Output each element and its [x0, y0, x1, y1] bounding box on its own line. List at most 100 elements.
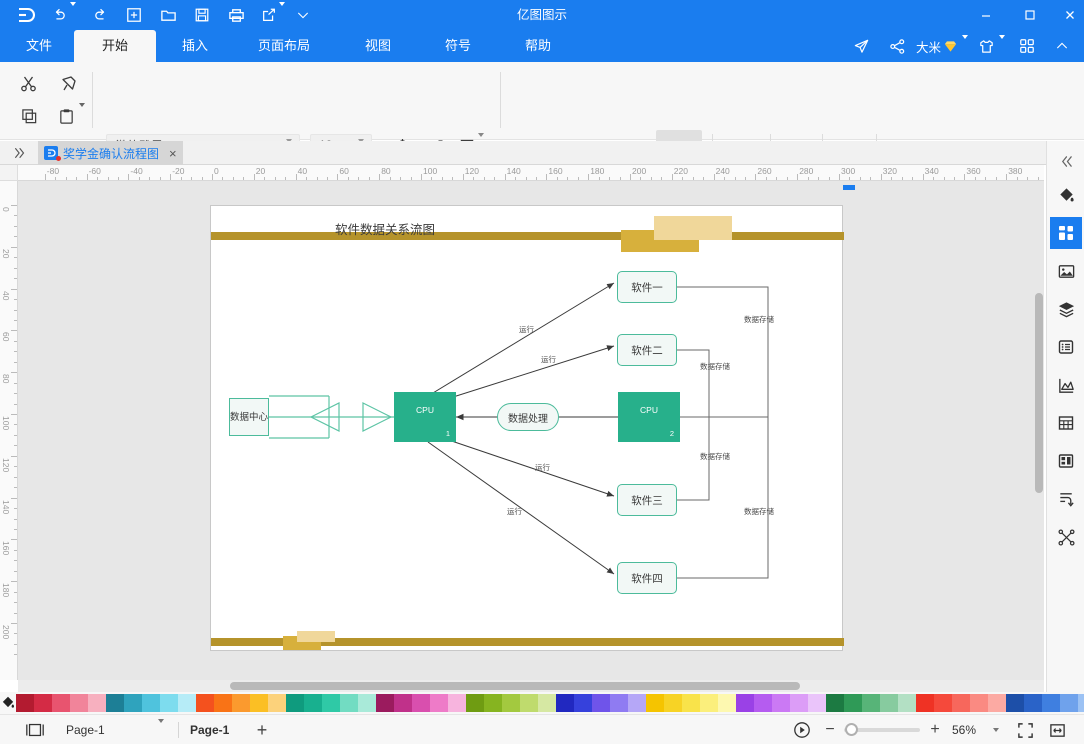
color-swatch[interactable] [880, 694, 898, 712]
play-icon[interactable] [790, 715, 814, 744]
color-swatch[interactable] [376, 694, 394, 712]
image-panel-icon[interactable] [1050, 255, 1082, 287]
page-tab-page-1[interactable]: Page-1 [190, 715, 229, 744]
edge-label-run-2[interactable]: 运行 [541, 354, 556, 365]
color-swatch[interactable] [430, 694, 448, 712]
fill-bucket-icon[interactable] [0, 692, 16, 714]
template-panel-icon[interactable] [1050, 445, 1082, 477]
color-swatch[interactable] [286, 694, 304, 712]
color-swatch[interactable] [538, 694, 556, 712]
mindmap-panel-icon[interactable] [1050, 521, 1082, 553]
menu-tab-home[interactable]: 开始 [74, 30, 156, 62]
table-panel-icon[interactable] [1050, 407, 1082, 439]
color-swatch[interactable] [232, 694, 250, 712]
color-swatch[interactable] [1024, 694, 1042, 712]
color-swatch[interactable] [646, 694, 664, 712]
page-sheet[interactable]: 软件数据关系流图 数据中心 CPU 1 数据处理 CPU 2 软件一 软件二 软… [210, 205, 844, 652]
node-data-center[interactable]: 数据中心 [229, 398, 269, 436]
color-swatch[interactable] [34, 694, 52, 712]
menu-tab-symbols[interactable]: 符号 [424, 30, 492, 62]
color-swatch[interactable] [88, 694, 106, 712]
color-swatch[interactable] [160, 694, 178, 712]
color-swatch[interactable] [484, 694, 502, 712]
maximize-button[interactable] [1010, 0, 1050, 30]
format-painter-icon[interactable] [56, 72, 82, 96]
close-button[interactable] [1050, 0, 1084, 30]
send-icon[interactable] [848, 30, 874, 62]
menu-tab-help[interactable]: 帮助 [504, 30, 572, 62]
vertical-ruler[interactable]: 0 20 40 60 80 100 120 140 160 180 200 [0, 181, 18, 680]
color-swatch[interactable] [826, 694, 844, 712]
color-swatch[interactable] [196, 694, 214, 712]
color-swatch[interactable] [808, 694, 826, 712]
fit-page-icon[interactable] [1012, 715, 1038, 744]
zoom-out-button[interactable]: − [820, 715, 840, 744]
node-cpu-1[interactable]: CPU 1 [394, 392, 456, 442]
page-select[interactable]: Page-1 [66, 715, 176, 744]
share-nodes-icon[interactable] [884, 30, 910, 62]
chevron-up-icon[interactable] [1050, 30, 1074, 62]
node-data-process[interactable]: 数据处理 [497, 403, 559, 431]
color-swatch[interactable] [790, 694, 808, 712]
chevron-double-right-icon[interactable] [8, 141, 32, 165]
edge-label-run-1[interactable]: 运行 [519, 324, 534, 335]
color-swatch[interactable] [934, 694, 952, 712]
canvas-vertical-scrollbar[interactable] [1035, 293, 1043, 493]
color-swatch[interactable] [916, 694, 934, 712]
node-software-2[interactable]: 软件二 [617, 334, 677, 366]
menu-tab-view[interactable]: 视图 [344, 30, 412, 62]
paste-icon[interactable] [54, 103, 88, 128]
color-swatch[interactable] [682, 694, 700, 712]
document-tab-close-icon[interactable]: × [169, 146, 177, 161]
color-swatch[interactable] [862, 694, 880, 712]
color-swatch[interactable] [448, 694, 466, 712]
notes-panel-icon[interactable] [1050, 331, 1082, 363]
edge-label-store-3[interactable]: 数据存储 [700, 451, 730, 462]
menu-tab-page-layout[interactable]: 页面布局 [236, 30, 332, 62]
minimize-button[interactable] [966, 0, 1006, 30]
color-swatch[interactable] [214, 694, 232, 712]
color-swatch[interactable] [520, 694, 538, 712]
color-swatch[interactable] [16, 694, 34, 712]
node-cpu-2[interactable]: CPU 2 [618, 392, 680, 442]
color-swatch[interactable] [358, 694, 376, 712]
menu-tab-insert[interactable]: 插入 [164, 30, 226, 62]
zoom-in-button[interactable]: + [925, 715, 945, 744]
diagram-canvas[interactable]: 软件数据关系流图 数据中心 CPU 1 数据处理 CPU 2 软件一 软件二 软… [211, 206, 844, 652]
horizontal-ruler[interactable]: -80 -60 -40 -20 0 20 40 60 80 100 120 140 160 180 200 2… [18, 165, 1044, 181]
user-menu[interactable]: 大米 [916, 30, 969, 62]
color-swatch[interactable] [736, 694, 754, 712]
color-swatch[interactable] [268, 694, 286, 712]
page-view-icon[interactable] [20, 715, 50, 744]
color-swatch[interactable] [124, 694, 142, 712]
copy-icon[interactable] [16, 104, 42, 128]
selection-handle[interactable] [843, 185, 855, 190]
fill-bucket-icon[interactable] [1050, 179, 1082, 211]
color-swatch[interactable] [1042, 694, 1060, 712]
color-swatch[interactable] [1006, 694, 1024, 712]
color-swatch[interactable] [52, 694, 70, 712]
color-swatch[interactable] [754, 694, 772, 712]
add-page-button[interactable]: + [250, 715, 274, 744]
grid-apps-icon[interactable] [1014, 30, 1040, 62]
color-swatch[interactable] [772, 694, 790, 712]
color-swatch[interactable] [250, 694, 268, 712]
symbols-panel-icon[interactable] [1050, 217, 1082, 249]
color-swatch[interactable] [142, 694, 160, 712]
color-swatch[interactable] [466, 694, 484, 712]
color-swatch[interactable] [970, 694, 988, 712]
flow-panel-icon[interactable] [1050, 483, 1082, 515]
canvas-horizontal-scroll-thumb[interactable] [230, 682, 800, 690]
color-swatch[interactable] [718, 694, 736, 712]
fit-width-icon[interactable] [1044, 715, 1070, 744]
node-software-1[interactable]: 软件一 [617, 271, 677, 303]
color-swatch[interactable] [412, 694, 430, 712]
menu-tab-file[interactable]: 文件 [8, 30, 70, 62]
document-tab[interactable]: 奖学金确认流程图 × [38, 141, 183, 165]
color-swatch[interactable] [700, 694, 718, 712]
color-swatch[interactable] [394, 694, 412, 712]
layers-panel-icon[interactable] [1050, 293, 1082, 325]
edge-label-run-3[interactable]: 运行 [535, 462, 550, 473]
edge-label-store-2[interactable]: 数据存储 [700, 361, 730, 372]
color-swatch[interactable] [340, 694, 358, 712]
